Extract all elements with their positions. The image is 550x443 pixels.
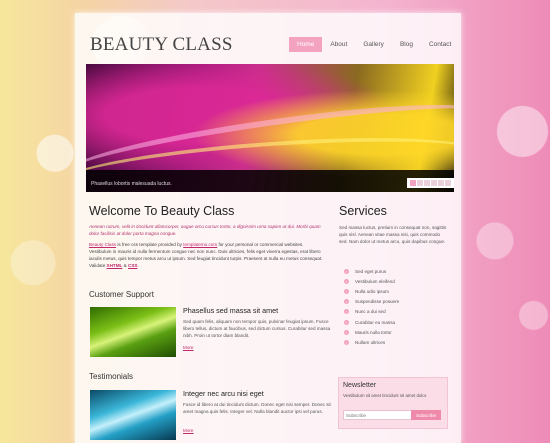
testimonial-thumbnail xyxy=(90,390,176,440)
arrow-right-icon: › xyxy=(344,299,349,305)
testimonial-more-link[interactable]: More xyxy=(183,428,193,433)
testimonial-article-text: Fusce id libero at dui tincidunt dictum.… xyxy=(183,402,331,414)
support-article-text: Sed quam felis, aliquam non tempor quis,… xyxy=(183,319,331,338)
service-item[interactable]: › Curabitur eu massa xyxy=(344,317,399,327)
arrow-right-icon: › xyxy=(344,278,349,284)
image-slider[interactable]: Phasellus lobortis malesuada luctus. xyxy=(86,64,454,192)
nav-home[interactable]: Home xyxy=(289,37,323,52)
arrow-right-icon: › xyxy=(344,268,349,274)
slider-dot[interactable] xyxy=(445,180,451,186)
newsletter-title: Newsletter xyxy=(343,382,377,389)
slider-dot[interactable] xyxy=(424,180,430,186)
service-item[interactable]: › Nunc a dui sed xyxy=(344,307,399,317)
subscribe-button[interactable]: Subscribe xyxy=(411,410,441,420)
services-list: › Sed eget purus › Vestibulum eleifend › Nu… xyxy=(344,266,399,348)
templatemo-link[interactable]: templatemo.com xyxy=(183,242,217,247)
newsletter-email-input[interactable] xyxy=(343,410,412,420)
service-item[interactable]: › Nulla odio ipsum xyxy=(344,286,399,296)
slider-dot[interactable] xyxy=(438,180,444,186)
arrow-right-icon: › xyxy=(344,319,349,325)
testimonials-heading: Testimonials xyxy=(89,372,134,381)
customer-support-heading: Customer Support xyxy=(89,290,154,299)
slider-dot[interactable] xyxy=(410,180,416,186)
slider-dot[interactable] xyxy=(431,180,437,186)
support-more-link[interactable]: More xyxy=(183,345,193,350)
service-item[interactable]: › Vestibulum eleifend xyxy=(344,276,399,286)
service-item[interactable]: › Mauris nulla tortor xyxy=(344,327,399,337)
testimonial-article-title[interactable]: Integer nec arcu nisi eget xyxy=(183,389,264,398)
beauty-class-link[interactable]: Beauty Class xyxy=(89,242,116,247)
support-article-title[interactable]: Phasellus sed massa sit amet xyxy=(183,306,278,315)
arrow-right-icon: › xyxy=(344,329,349,335)
main-nav: Home About Gallery Blog Contact xyxy=(289,37,459,52)
site-logo[interactable]: BEAUTY CLASS xyxy=(90,34,233,56)
slider-pagination xyxy=(407,178,454,188)
nav-contact[interactable]: Contact xyxy=(421,37,459,52)
newsletter-box: Newsletter Vestibulum sit amet tincidunt… xyxy=(338,377,448,429)
nav-about[interactable]: About xyxy=(322,37,355,52)
slider-caption: Phasellus lobortis malesuada luctus. xyxy=(91,181,172,187)
nav-gallery[interactable]: Gallery xyxy=(355,37,392,52)
slider-dot[interactable] xyxy=(417,180,423,186)
arrow-right-icon: › xyxy=(344,288,349,294)
service-item[interactable]: › Sed eget purus xyxy=(344,266,399,276)
nav-blog[interactable]: Blog xyxy=(392,37,421,52)
welcome-intro: Aenean rutrum, velit in tincidunt ullamc… xyxy=(89,224,321,236)
service-item[interactable]: › Nullam ultrices xyxy=(344,337,399,347)
services-text: Sed massa luctus, pretium in consequat n… xyxy=(339,225,447,244)
welcome-title: Welcome To Beauty Class xyxy=(89,204,235,218)
services-title: Services xyxy=(339,204,387,218)
arrow-right-icon: › xyxy=(344,309,349,315)
service-item[interactable]: › Suspendisse posuere xyxy=(344,297,399,307)
xhtml-link[interactable]: XHTML xyxy=(107,263,123,268)
welcome-text: Beauty Class is free css template provid… xyxy=(89,242,323,268)
newsletter-text: Vestibulum sit amet tincidunt sit amet d… xyxy=(343,393,428,398)
arrow-right-icon: › xyxy=(344,339,349,345)
support-thumbnail xyxy=(90,307,176,357)
